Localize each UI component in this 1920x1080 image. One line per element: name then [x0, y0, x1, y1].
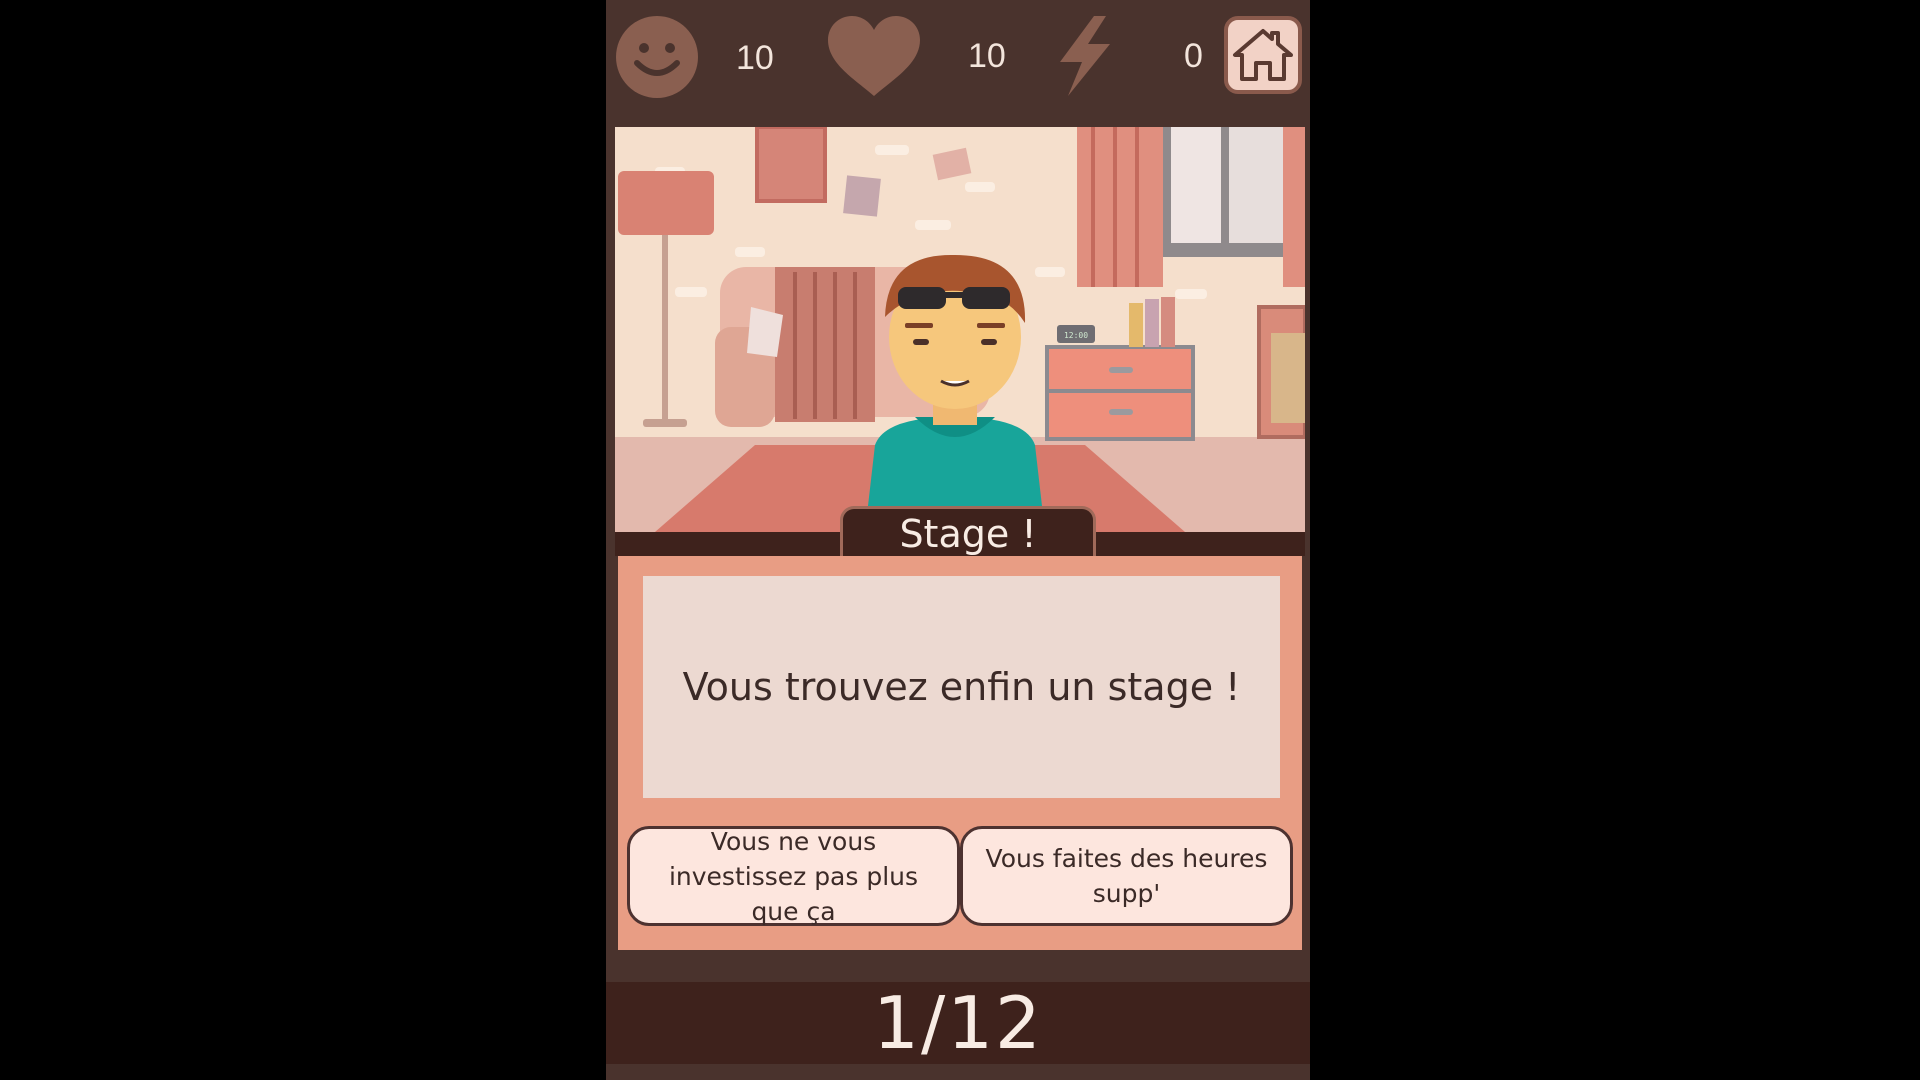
progress-counter: 1/12 [873, 981, 1043, 1065]
clock-text: 12:00 [1064, 331, 1088, 340]
event-message: Vous trouvez enfin un stage ! [682, 665, 1241, 709]
energy-value: 0 [1184, 37, 1203, 75]
heart-icon [828, 16, 920, 96]
event-title: Stage ! [840, 506, 1096, 556]
progress-bar: 1/12 [606, 981, 1310, 1065]
bottom-strip [606, 1064, 1310, 1080]
home-icon [1233, 29, 1293, 81]
love-value: 10 [968, 37, 1006, 75]
scene-illustration: 12:00 [615, 127, 1305, 532]
stats-bar: 10 10 0 [606, 0, 1310, 122]
happiness-value: 10 [736, 39, 774, 77]
game-screen: 10 10 0 12:00 Stage ! Vous trouvez enfin… [606, 0, 1310, 1080]
dialog-panel: Vous trouvez enfin un stage ! Vous ne vo… [618, 556, 1302, 950]
message-box: Vous trouvez enfin un stage ! [643, 576, 1280, 798]
choice-button-1[interactable]: Vous ne vous investissez pas plus que ça [627, 826, 960, 926]
home-button[interactable] [1224, 16, 1302, 94]
event-title-bar: Stage ! [615, 506, 1305, 556]
choice-button-2[interactable]: Vous faites des heures supp' [960, 826, 1293, 926]
lightning-icon [1060, 16, 1110, 96]
smiley-icon [616, 16, 698, 98]
